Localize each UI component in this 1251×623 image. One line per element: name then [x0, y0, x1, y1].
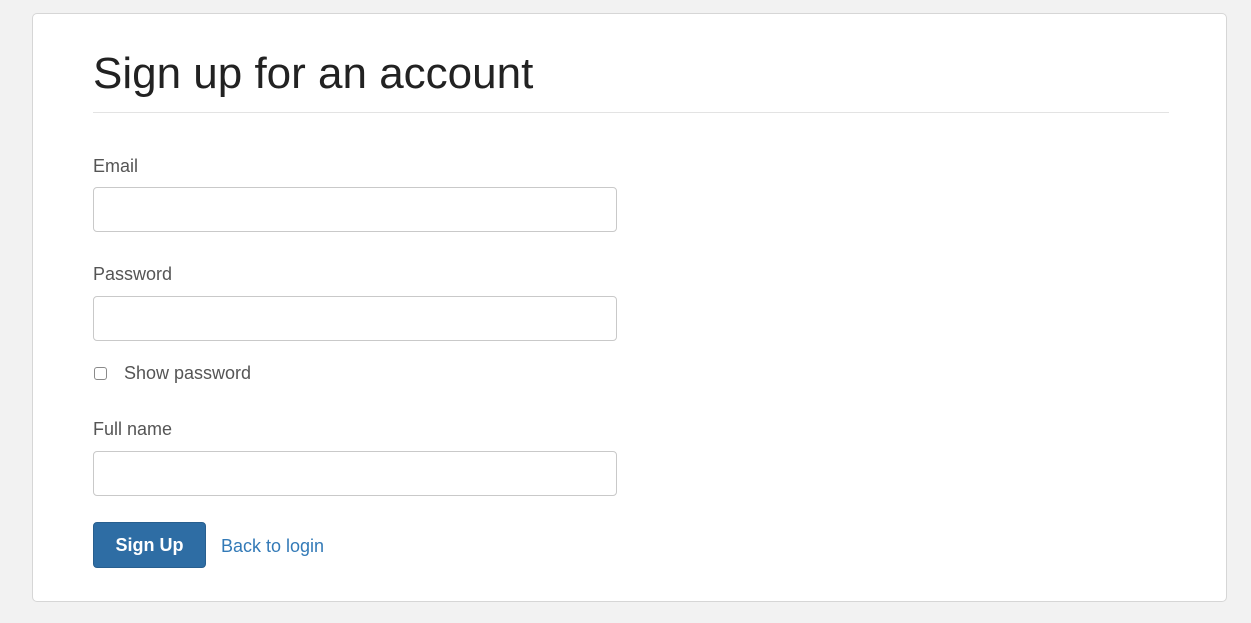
page-title: Sign up for an account	[93, 49, 534, 98]
sign-up-button[interactable]: Sign Up	[93, 522, 206, 568]
email-field[interactable]	[93, 187, 617, 232]
password-field[interactable]	[93, 296, 617, 341]
full-name-label: Full name	[93, 419, 173, 439]
full-name-field[interactable]	[93, 451, 617, 496]
show-password-row[interactable]: Show password	[93, 361, 251, 385]
back-to-login-link[interactable]: Back to login	[221, 535, 324, 557]
title-divider	[93, 112, 1169, 113]
signup-panel: Sign up for an account Email Password Sh…	[32, 13, 1227, 602]
show-password-checkbox[interactable]	[94, 366, 107, 380]
password-label: Password	[93, 264, 173, 284]
show-password-label[interactable]: Show password	[124, 362, 251, 384]
email-label: Email	[93, 156, 139, 176]
